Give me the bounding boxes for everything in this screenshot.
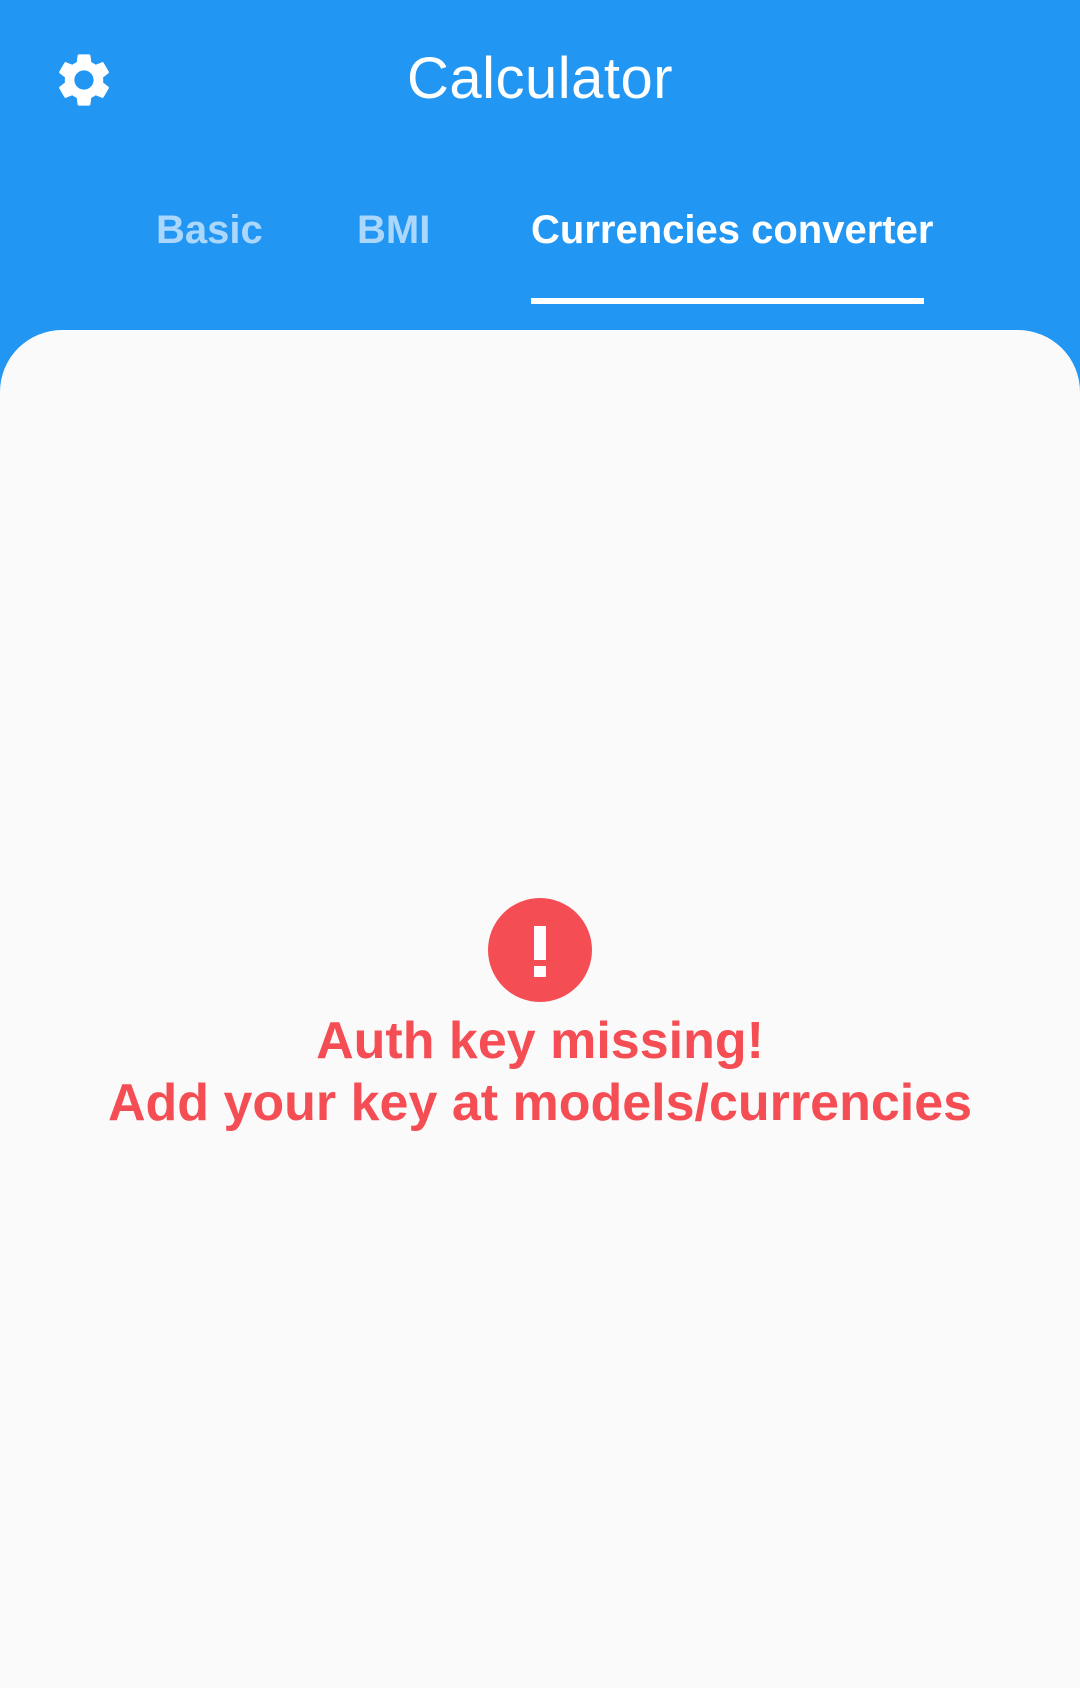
error-title: Auth key missing!	[316, 1012, 764, 1070]
error-icon	[488, 898, 592, 1002]
error-message: Auth key missing! Add your key at models…	[0, 898, 1080, 1134]
exclamation-icon	[534, 926, 546, 977]
active-tab-indicator	[531, 298, 924, 304]
tab-basic[interactable]: Basic	[156, 206, 263, 266]
app-title: Calculator	[406, 46, 674, 111]
tab-bmi[interactable]: BMI	[357, 206, 430, 266]
tab-currencies-converter[interactable]: Currencies converter	[531, 206, 933, 266]
app-bar: Calculator Basic BMI Currencies converte…	[0, 0, 1080, 330]
error-detail: Add your key at models/currencies	[107, 1074, 973, 1132]
